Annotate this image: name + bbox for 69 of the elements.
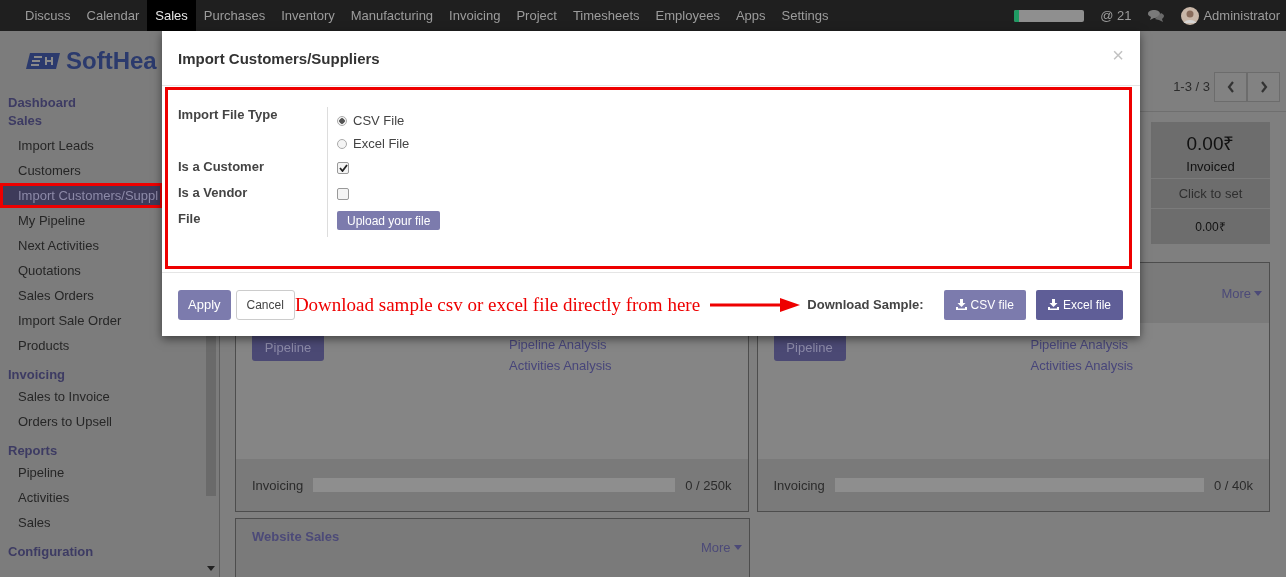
sidebar-item[interactable]: Import Customers/Suppl — [0, 183, 163, 208]
sidebar-item[interactable]: Products — [0, 333, 205, 358]
menu-item[interactable]: Timesheets — [564, 0, 648, 31]
download-icon — [1047, 299, 1059, 310]
download-sample-label: Download Sample: — [807, 297, 924, 312]
sidebar-item[interactable]: Sales — [0, 510, 205, 535]
invoicing-value: 0 / 250k — [685, 477, 732, 493]
report-link[interactable]: Activities Analysis — [509, 358, 612, 373]
checkbox[interactable] — [337, 188, 349, 200]
menu-item[interactable]: Employees — [647, 0, 728, 31]
invoicing-label: Invoicing — [252, 477, 304, 493]
radio-option[interactable]: Excel File — [337, 132, 410, 155]
field-label: Is a Customer — [178, 159, 328, 185]
menu-item[interactable]: Purchases — [195, 0, 274, 31]
menu-item[interactable]: Sales — [147, 0, 196, 31]
logo-mark-icon — [26, 51, 62, 71]
report-link[interactable]: Pipeline Analysis — [509, 337, 612, 352]
total-amount: 0.00₹ — [1194, 219, 1227, 236]
dialog-title: Import Customers/Suppliers — [178, 49, 380, 67]
invoiced-label: Invoiced — [1185, 159, 1236, 174]
chat-icon[interactable] — [1147, 8, 1166, 23]
scroll-down-icon[interactable] — [207, 566, 215, 571]
menu-item[interactable]: Apps — [727, 0, 774, 31]
invoicing-label: Invoicing — [773, 477, 825, 493]
annotation-text: Download sample csv or excel file directly from here — [294, 293, 701, 316]
caret-icon — [1254, 290, 1262, 296]
sidebar-item[interactable]: Orders to Upsell — [0, 409, 205, 434]
radio-option[interactable]: CSV File — [337, 109, 405, 132]
menu-item[interactable]: Project — [508, 0, 565, 31]
apply-button[interactable]: Apply — [178, 289, 231, 320]
sidebar-item[interactable]: Activities — [0, 485, 205, 510]
radio-button[interactable] — [337, 115, 347, 126]
checkmark-icon — [338, 164, 348, 172]
report-link[interactable]: Activities Analysis — [1030, 358, 1134, 373]
chevron-left-icon — [1226, 81, 1235, 93]
sidebar-section-title[interactable]: Invoicing — [0, 366, 205, 384]
sidebar-item[interactable]: Pipeline — [0, 460, 205, 485]
caret-icon — [733, 545, 742, 550]
field-label: Import File Type — [178, 107, 328, 159]
menu-item[interactable]: Calendar — [78, 0, 148, 31]
download-button[interactable]: Excel file — [1035, 289, 1123, 320]
previous-button[interactable] — [1214, 72, 1247, 102]
sidebar-item[interactable]: Sales to Invoice — [0, 384, 205, 409]
menu-item[interactable]: Settings — [773, 0, 837, 31]
menu-item[interactable]: Manufacturing — [342, 0, 442, 31]
invoicing-value: 0 / 40k — [1213, 477, 1253, 493]
avatar-icon — [1181, 6, 1200, 25]
field-label: Is a Vendor — [178, 185, 328, 211]
checkbox[interactable] — [337, 162, 349, 174]
radio-button[interactable] — [337, 138, 347, 149]
company-logo: SoftHea — [0, 31, 160, 73]
sidebar-section-title[interactable]: Configuration — [0, 543, 205, 561]
click-to-set-link[interactable]: Click to set — [1151, 179, 1270, 209]
upload-button[interactable]: Upload your file — [337, 211, 441, 230]
download-button[interactable]: CSV file — [943, 289, 1026, 320]
pager-text: 1-3 / 3 — [1173, 78, 1210, 96]
menu-item[interactable]: Invoicing — [441, 0, 509, 31]
mentions-counter[interactable]: @ 21 — [1100, 8, 1132, 23]
chevron-right-icon — [1259, 81, 1268, 93]
sidebar-section-title[interactable]: Reports — [0, 442, 205, 460]
field-label: File — [178, 211, 328, 237]
next-button[interactable] — [1247, 72, 1280, 102]
invoiced-amount: 0.00₹ — [1185, 132, 1236, 156]
report-link[interactable]: Pipeline Analysis — [1030, 337, 1134, 352]
download-icon — [955, 299, 967, 310]
menu-item[interactable]: Discuss — [17, 0, 79, 31]
cancel-button[interactable]: Cancel — [235, 289, 295, 320]
user-menu[interactable]: Administrator — [1181, 6, 1280, 25]
menu-item[interactable]: Inventory — [273, 0, 343, 31]
